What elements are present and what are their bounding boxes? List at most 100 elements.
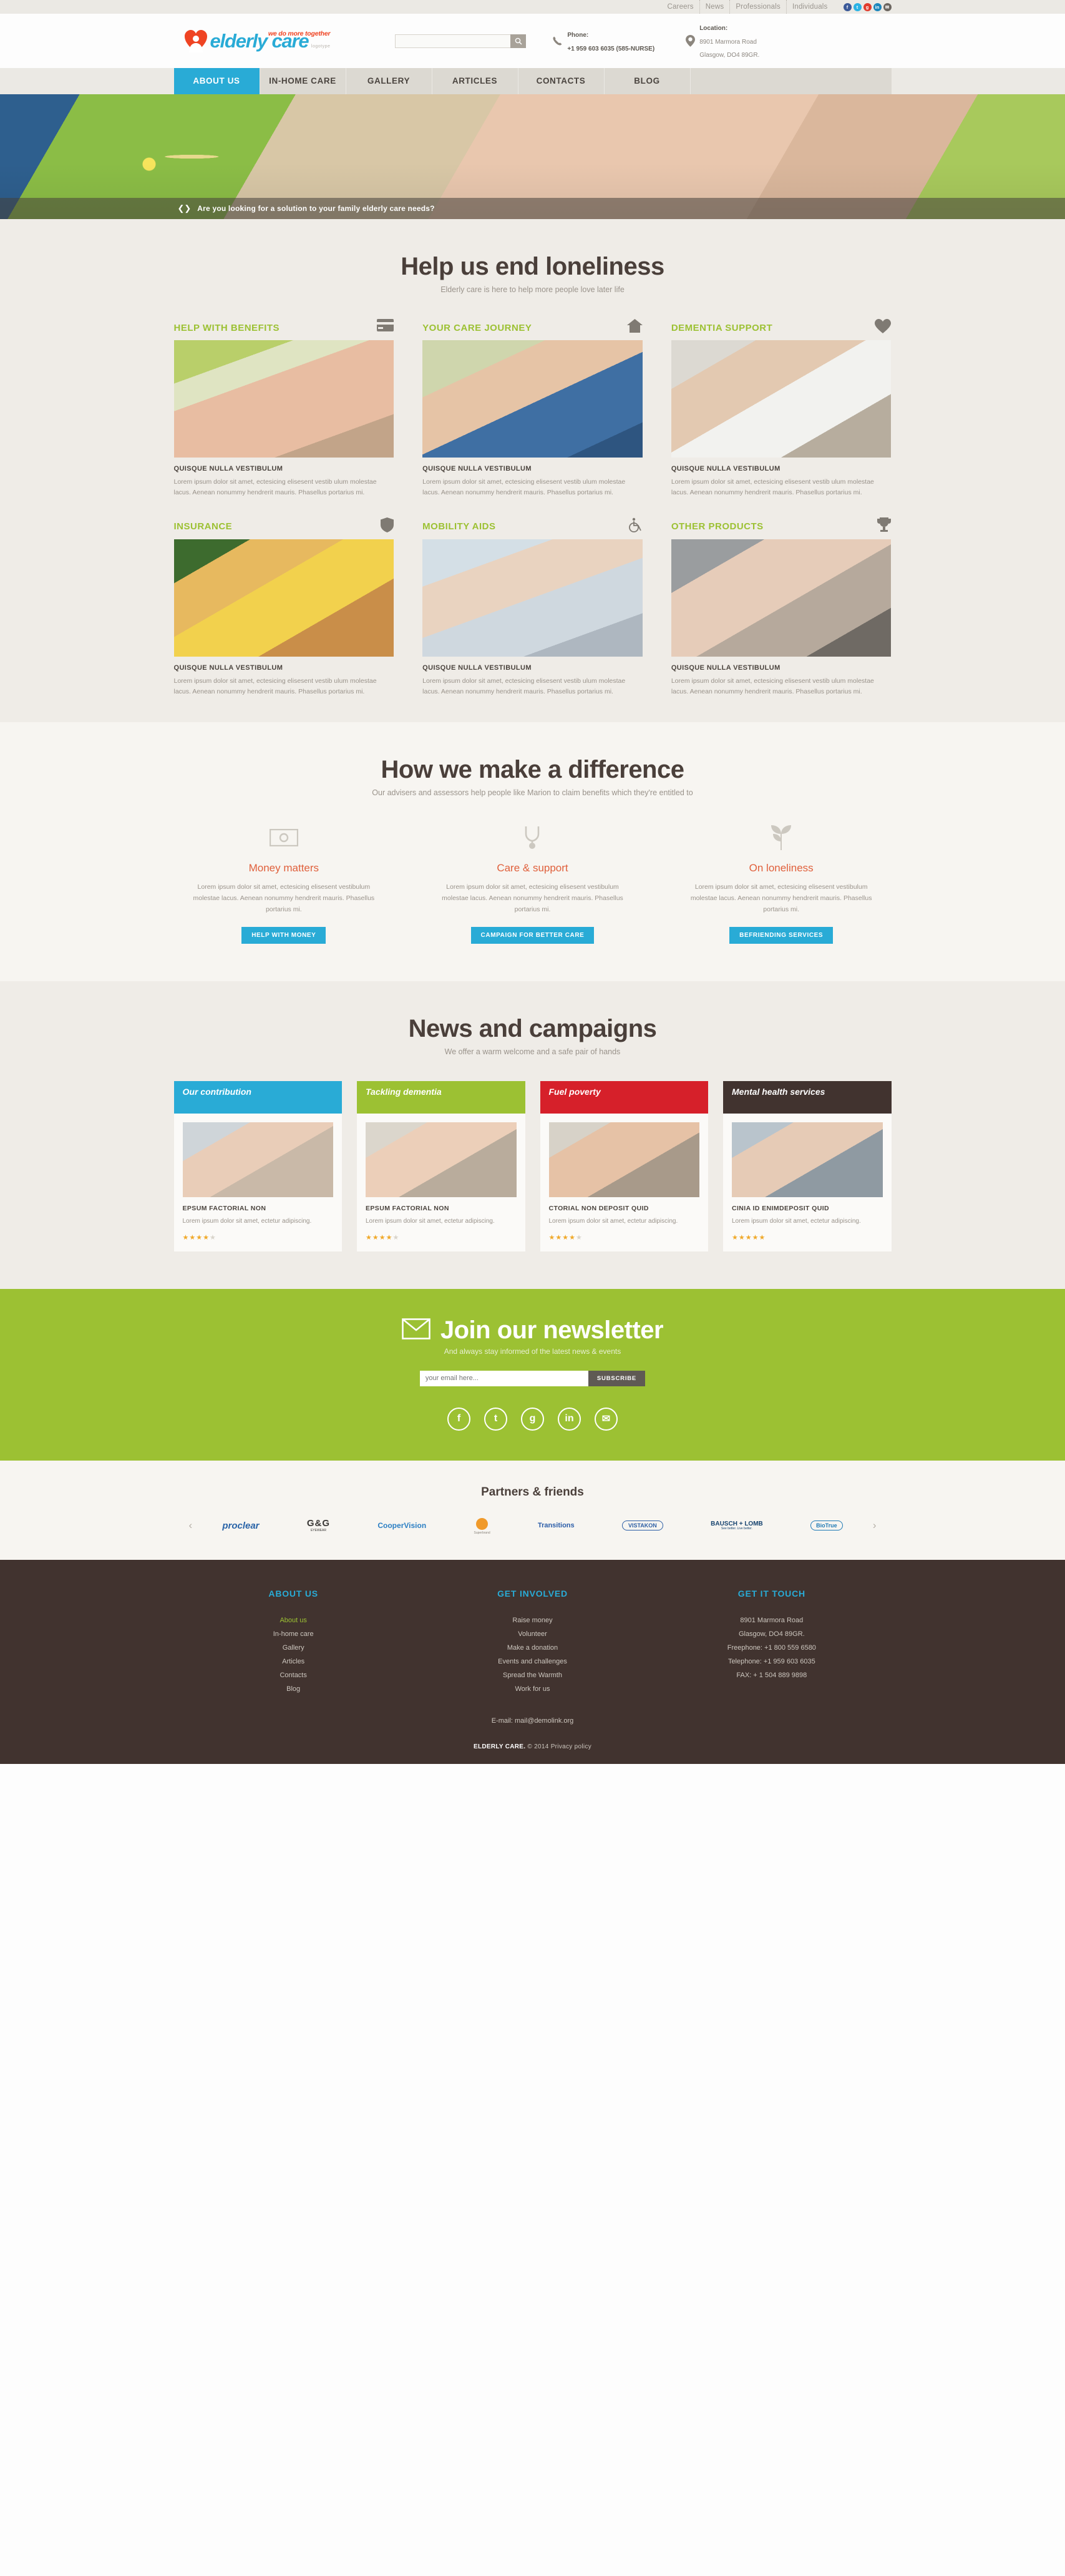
partner-biotrue[interactable]: BioTrue [810,1521,843,1531]
nav-spacer [690,68,892,94]
news-section: News and campaigns We offer a warm welco… [0,981,1065,1289]
footer-link-volunteer[interactable]: Volunteer [413,1627,652,1641]
phone-icon [552,36,563,46]
partner-transitions[interactable]: Transitions [538,1522,575,1529]
footer-link-make-a-donation[interactable]: Make a donation [413,1641,652,1655]
service-text: Lorem ipsum dolor sit amet, ectesicing e… [671,478,874,497]
footer-link-raise-money[interactable]: Raise money [413,1614,652,1627]
hero-caption-text: Are you looking for a solution to your f… [197,204,435,213]
news-card-tackling-dementia[interactable]: Tackling dementia EPSUM FACTORIAL NON Lo… [357,1080,525,1251]
copyright-rest[interactable]: © 2014 Privacy policy [525,1743,591,1750]
subscribe-button[interactable]: SUBSCRIBE [588,1370,646,1386]
wheelchair-icon [628,517,643,532]
service-text: Lorem ipsum dolor sit amet, ectesicing e… [173,677,377,695]
google-plus-icon[interactable]: g [521,1407,544,1431]
partner-coopervision[interactable]: CooperVision [377,1521,426,1530]
twitter-icon[interactable]: t [853,2,862,11]
footer-link-in-home-care[interactable]: In-home care [174,1627,413,1641]
hero-chevrons-icon[interactable]: ❮❯ [178,203,192,213]
google-plus-icon[interactable]: g [863,2,872,11]
befriending-services-button[interactable]: BEFRIENDING SERVICES [729,926,834,944]
footer-link-spread-the-warmth[interactable]: Spread the Warmth [413,1668,652,1682]
nav-item-about-us[interactable]: ABOUT US [173,68,260,94]
logo-wordmark: elderly care [210,30,309,52]
site-footer: ABOUT US About us In-home care Gallery A… [0,1559,1065,1764]
partners-prev-icon[interactable]: ‹ [183,1519,199,1532]
facebook-icon[interactable]: f [447,1407,470,1431]
news-photo [548,1122,699,1197]
linkedin-icon[interactable]: in [558,1407,581,1431]
difference-card-on-loneliness: On loneliness Lorem ipsum dolor sit amet… [671,823,892,944]
nav-item-in-home-care[interactable]: IN-HOME CARE [260,68,346,94]
logo-subtext: logotype [311,44,331,49]
help-with-money-button[interactable]: HELP WITH MONEY [241,926,326,944]
partners-next-icon[interactable]: › [867,1519,883,1532]
search-input[interactable] [395,34,511,48]
news-title: News and campaigns [408,1014,657,1042]
service-photo [422,340,643,458]
facebook-icon[interactable]: f [843,2,852,11]
service-card-your-care-journey[interactable]: YOUR CARE JOURNEY QUISQUE NULLA VESTIBUL… [422,319,643,499]
news-photo [366,1122,517,1197]
footer-columns: ABOUT US About us In-home care Gallery A… [174,1589,892,1696]
difference-card-money-matters: Money matters Lorem ipsum dolor sit amet… [174,823,394,944]
service-subtitle: QUISQUE NULLA VESTIBULUM [671,465,781,473]
footer-address-line-2: Glasgow, DO4 89GR. [738,1630,805,1638]
logo[interactable]: we do more together elderly care logotyp… [183,28,331,54]
nav-item-gallery[interactable]: GALLERY [346,68,432,94]
phone-value[interactable]: +1 959 603 6035 (585-NURSE) [567,46,654,52]
news-card-mental-health-services[interactable]: Mental health services CINIA ID ENIMDEPO… [723,1080,892,1251]
linkedin-icon[interactable]: in [873,2,882,11]
service-subtitle: QUISQUE NULLA VESTIBULUM [671,664,781,672]
home-icon [626,319,643,333]
nav-item-articles[interactable]: ARTICLES [432,68,518,94]
rating-stars: ★★★★★ [366,1233,400,1241]
footer-link-about-us[interactable]: About us [174,1614,413,1627]
partner-proclear[interactable]: proclear [222,1521,259,1531]
partner-gg[interactable]: G&G EYEWEAR [307,1519,330,1532]
top-link-careers[interactable]: Careers [661,0,699,14]
mail-icon[interactable]: ✉ [883,2,892,11]
top-bar-links: Careers News Professionals Individuals [661,0,833,14]
twitter-icon[interactable]: t [484,1407,507,1431]
footer-link-blog[interactable]: Blog [174,1682,413,1696]
top-bar-social: f t g in ✉ [843,2,892,11]
nav-item-blog[interactable]: BLOG [604,68,691,94]
top-link-individuals[interactable]: Individuals [785,0,834,14]
partner-superbrands[interactable]: Superbrand [474,1517,490,1535]
campaign-for-better-care-button[interactable]: CAMPAIGN FOR BETTER CARE [470,926,595,944]
top-link-professionals[interactable]: Professionals [729,0,786,14]
news-photo [182,1122,333,1197]
location-info: Location: 8901 Marmora Road Glasgow, DO4… [686,21,759,61]
service-card-help-with-benefits[interactable]: HELP WITH BENEFITS QUISQUE NULLA VESTIBU… [173,319,394,499]
service-card-dementia-support[interactable]: DEMENTIA SUPPORT QUISQUE NULLA VESTIBULU… [671,319,892,499]
news-item-title: CINIA ID ENIMDEPOSIT QUID [732,1204,830,1212]
service-subtitle: QUISQUE NULLA VESTIBULUM [173,465,283,473]
services-grid: HELP WITH BENEFITS QUISQUE NULLA VESTIBU… [173,319,892,698]
footer-link-articles[interactable]: Articles [174,1655,413,1668]
footer-link-gallery[interactable]: Gallery [174,1641,413,1655]
partner-vistakon[interactable]: VISTAKON [621,1521,663,1531]
news-card-our-contribution[interactable]: Our contribution EPSUM FACTORIAL NON Lor… [173,1080,342,1251]
service-card-insurance[interactable]: INSURANCE QUISQUE NULLA VESTIBULUM Lorem… [173,517,394,698]
service-card-mobility-aids[interactable]: MOBILITY AIDS QUISQUE NULLA VESTIBULUM L… [422,517,643,698]
partner-bausch-lomb[interactable]: BAUSCH + LOMB See better. Live better. [711,1521,763,1531]
footer-email[interactable]: E-mail: mail@demolink.org [174,1717,892,1725]
search-button[interactable] [510,34,527,48]
news-caption: Our contribution [173,1080,342,1114]
heart-icon [875,319,892,333]
banknote-icon [174,823,394,852]
newsletter-email-input[interactable] [419,1370,588,1386]
footer-link-events-and-challenges[interactable]: Events and challenges [413,1655,652,1668]
partners-carousel: ‹ proclear G&G EYEWEAR CooperVision Super… [174,1517,892,1535]
news-item-text: Lorem ipsum dolor sit amet, ectetur adip… [182,1217,312,1225]
top-bar: Careers News Professionals Individuals f… [0,0,1065,14]
service-card-other-products[interactable]: OTHER PRODUCTS QUISQUE NULLA VESTIBULUM … [671,517,892,698]
top-link-news[interactable]: News [699,0,730,14]
footer-link-work-for-us[interactable]: Work for us [413,1682,652,1696]
footer-link-contacts[interactable]: Contacts [174,1668,413,1682]
mail-icon[interactable]: ✉ [595,1407,618,1431]
difference-card-title: On loneliness [749,862,814,874]
news-card-fuel-poverty[interactable]: Fuel poverty CTORIAL NON DEPOSIT QUID Lo… [540,1080,708,1251]
nav-item-contacts[interactable]: CONTACTS [518,68,605,94]
